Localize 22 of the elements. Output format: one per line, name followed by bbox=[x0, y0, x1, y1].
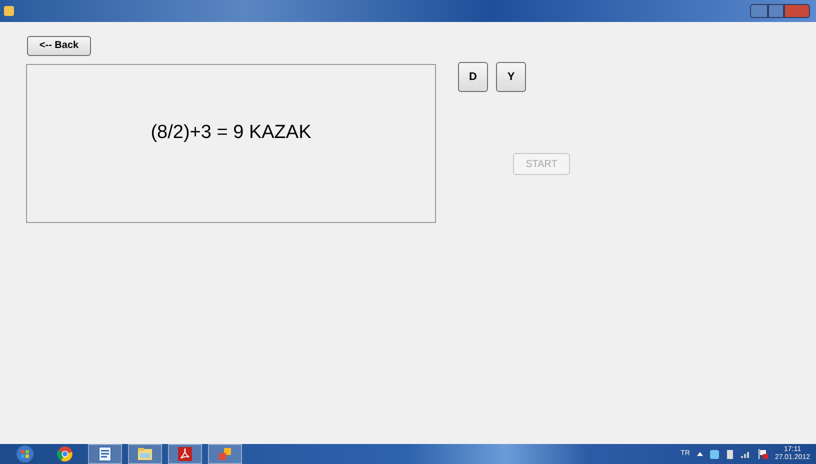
taskbar-button[interactable] bbox=[168, 444, 202, 464]
back-button[interactable]: <-- Back bbox=[27, 36, 91, 56]
signal-icon[interactable] bbox=[740, 450, 751, 458]
app-icon bbox=[4, 6, 14, 16]
answer-button[interactable]: D bbox=[458, 62, 488, 92]
taskbar-button[interactable] bbox=[128, 444, 162, 464]
document-icon bbox=[97, 446, 113, 462]
taskbar-button[interactable] bbox=[88, 444, 122, 464]
equation-text: (8/2)+3 = 9 KAZAK bbox=[150, 120, 312, 145]
answer-button[interactable]: Y bbox=[496, 62, 526, 92]
app-icon bbox=[217, 446, 233, 462]
folder-icon bbox=[137, 446, 153, 462]
browser-icon bbox=[57, 446, 73, 462]
pdf-icon bbox=[177, 446, 193, 462]
taskbar-button[interactable] bbox=[208, 444, 242, 464]
flag-icon[interactable] bbox=[758, 449, 768, 459]
show-hidden-icon[interactable] bbox=[696, 452, 703, 456]
battery-icon[interactable] bbox=[726, 449, 734, 459]
maximize-button[interactable] bbox=[768, 4, 784, 18]
close-button[interactable] bbox=[784, 4, 810, 18]
minimize-button[interactable] bbox=[750, 4, 768, 18]
network-icon[interactable] bbox=[710, 450, 719, 458]
